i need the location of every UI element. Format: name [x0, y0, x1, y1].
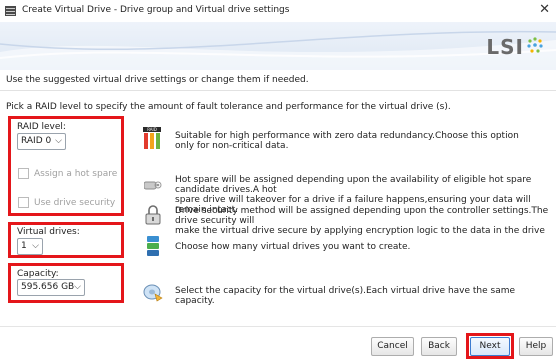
virtual-drives-description: Choose how many virtual drives you want …: [175, 242, 411, 252]
divider: [0, 90, 556, 91]
help-button[interactable]: Help: [519, 337, 553, 356]
raid-level-value: RAID 0: [21, 136, 52, 146]
raid-level-dropdown[interactable]: RAID 0 ⌵: [17, 133, 66, 150]
raid-stripe-icon: RAID: [143, 127, 161, 149]
header-banner: LSI: [0, 22, 556, 70]
raid-description: Suitable for high performance with zero …: [175, 131, 553, 151]
next-button[interactable]: Next: [470, 337, 510, 356]
use-drive-security-label: Use drive security: [34, 198, 116, 208]
virtual-drives-dropdown[interactable]: 1 ⌵: [17, 238, 43, 255]
window-title: Create Virtual Drive - Drive group and V…: [22, 5, 290, 15]
raid-level-label: RAID level:: [17, 122, 66, 132]
hot-spare-drive-icon: [144, 181, 162, 190]
checkbox-box: [18, 197, 29, 208]
lsi-logo: LSI: [486, 35, 524, 59]
virtual-drive-stack-icon: [147, 236, 159, 256]
title-bar: Create Virtual Drive - Drive group and V…: [0, 0, 556, 23]
svg-text:RAID: RAID: [147, 127, 157, 132]
capacity-dropdown[interactable]: 595.656 GB ⌵: [17, 279, 85, 296]
banner-wave-graphic: [0, 30, 556, 70]
hot-spare-description-line: Hot spare will be assigned depending upo…: [175, 175, 532, 195]
footer-divider: [0, 326, 556, 327]
intro-text: Use the suggested virtual drive settings…: [6, 75, 309, 85]
assign-hot-spare-label: Assign a hot spare: [34, 169, 118, 179]
assign-hot-spare-checkbox[interactable]: Assign a hot spare: [18, 168, 117, 179]
chevron-down-icon: ⌵: [74, 282, 81, 292]
cancel-button[interactable]: Cancel: [371, 337, 414, 356]
lock-icon: [145, 205, 161, 225]
drive-security-description-line: Drive security method will be assigned d…: [175, 206, 549, 226]
close-icon[interactable]: ✕: [539, 2, 550, 17]
chevron-down-icon: ⌵: [32, 241, 39, 251]
drive-security-description: Drive security method will be assigned d…: [175, 206, 553, 236]
checkbox-box: [18, 168, 29, 179]
virtual-drives-label: Virtual drives:: [17, 227, 80, 237]
lsi-logo-mark-icon: [527, 37, 543, 53]
virtual-drives-value: 1: [21, 241, 27, 251]
capacity-value: 595.656 GB: [21, 282, 75, 292]
dialog-content: Use the suggested virtual drive settings…: [0, 70, 556, 359]
raid-description-line: only for non-critical data.: [175, 141, 289, 151]
drive-security-description-line: make the virtual drive secure by applyin…: [175, 226, 545, 236]
capacity-label: Capacity:: [17, 269, 59, 279]
chevron-down-icon: ⌵: [55, 136, 62, 146]
capacity-disk-icon: [143, 284, 163, 302]
capacity-description: Select the capacity for the virtual driv…: [175, 286, 516, 306]
app-window-icon: [5, 6, 16, 16]
raid-description-line: Suitable for high performance with zero …: [175, 131, 519, 141]
back-button[interactable]: Back: [421, 337, 457, 356]
use-drive-security-checkbox[interactable]: Use drive security: [18, 197, 115, 208]
raid-instruction-text: Pick a RAID level to specify the amount …: [6, 102, 451, 112]
